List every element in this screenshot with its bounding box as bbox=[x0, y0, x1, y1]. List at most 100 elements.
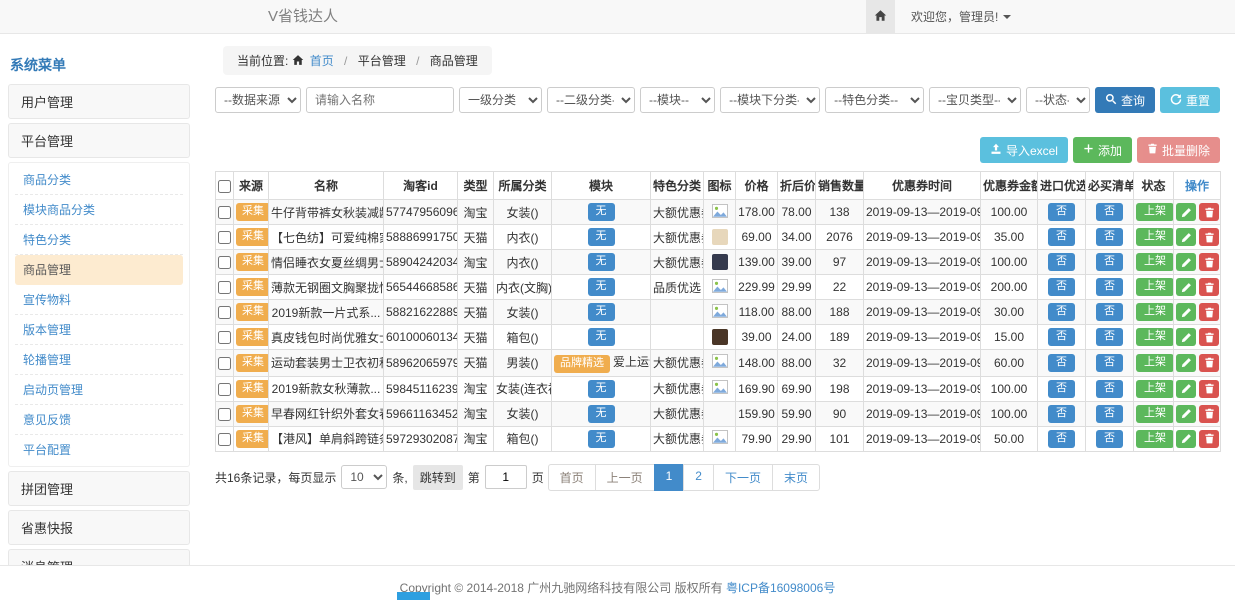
import-select-toggle[interactable]: 否 bbox=[1048, 278, 1075, 296]
status-toggle[interactable]: 上架 bbox=[1136, 253, 1174, 271]
edit-button[interactable] bbox=[1176, 380, 1196, 398]
must-buy-toggle[interactable]: 否 bbox=[1096, 303, 1123, 321]
must-buy-toggle[interactable]: 否 bbox=[1096, 380, 1123, 398]
page-button[interactable]: 首页 bbox=[548, 464, 596, 491]
row-checkbox[interactable] bbox=[218, 281, 231, 294]
row-checkbox[interactable] bbox=[218, 357, 231, 370]
sidebar-section[interactable]: 用户管理 bbox=[8, 84, 190, 119]
edit-button[interactable] bbox=[1176, 228, 1196, 246]
module-subcategory-select[interactable]: --模块下分类-- bbox=[720, 87, 820, 113]
edit-button[interactable] bbox=[1176, 354, 1196, 372]
sidebar-section[interactable]: 拼团管理 bbox=[8, 471, 190, 506]
must-buy-toggle[interactable]: 否 bbox=[1096, 328, 1123, 346]
delete-button[interactable] bbox=[1199, 380, 1219, 398]
sidebar-subitem[interactable]: 启动页管理 bbox=[15, 375, 183, 405]
page-size-select[interactable]: 10 bbox=[341, 465, 387, 489]
import-select-toggle[interactable]: 否 bbox=[1048, 380, 1075, 398]
reset-button[interactable]: 重置 bbox=[1160, 87, 1220, 113]
delete-button[interactable] bbox=[1199, 278, 1219, 296]
item-type-select[interactable]: --宝贝类型-- bbox=[929, 87, 1021, 113]
must-buy-toggle[interactable]: 否 bbox=[1096, 405, 1123, 423]
feature-category-select[interactable]: --特色分类-- bbox=[825, 87, 924, 113]
import-select-toggle[interactable]: 否 bbox=[1048, 253, 1075, 271]
status-select[interactable]: --状态-- bbox=[1026, 87, 1090, 113]
status-toggle[interactable]: 上架 bbox=[1136, 405, 1174, 423]
page-button[interactable]: 1 bbox=[654, 464, 685, 491]
breadcrumb-home-link[interactable]: 首页 bbox=[310, 54, 334, 68]
import-select-toggle[interactable]: 否 bbox=[1048, 405, 1075, 423]
row-checkbox[interactable] bbox=[218, 383, 231, 396]
edit-button[interactable] bbox=[1176, 278, 1196, 296]
must-buy-toggle[interactable]: 否 bbox=[1096, 253, 1123, 271]
must-buy-toggle[interactable]: 否 bbox=[1096, 278, 1123, 296]
import-select-toggle[interactable]: 否 bbox=[1048, 303, 1075, 321]
row-checkbox[interactable] bbox=[218, 433, 231, 446]
page-button[interactable]: 末页 bbox=[772, 464, 820, 491]
name-input[interactable] bbox=[306, 87, 454, 113]
import-select-toggle[interactable]: 否 bbox=[1048, 430, 1075, 448]
row-checkbox[interactable] bbox=[218, 231, 231, 244]
home-button[interactable] bbox=[866, 0, 895, 33]
level2-category-select[interactable]: --二级分类-- bbox=[547, 87, 635, 113]
level1-category-select[interactable]: 一级分类 bbox=[459, 87, 542, 113]
page-button[interactable]: 上一页 bbox=[595, 464, 655, 491]
page-button[interactable]: 下一页 bbox=[713, 464, 773, 491]
delete-button[interactable] bbox=[1199, 303, 1219, 321]
page-button[interactable]: 2 bbox=[683, 464, 714, 491]
status-toggle[interactable]: 上架 bbox=[1136, 228, 1174, 246]
status-toggle[interactable]: 上架 bbox=[1136, 203, 1174, 221]
delete-button[interactable] bbox=[1199, 405, 1219, 423]
must-buy-toggle[interactable]: 否 bbox=[1096, 354, 1123, 372]
sidebar-subitem[interactable]: 商品管理 bbox=[15, 255, 183, 285]
sidebar-subitem[interactable]: 意见反馈 bbox=[15, 405, 183, 435]
delete-button[interactable] bbox=[1199, 203, 1219, 221]
import-select-toggle[interactable]: 否 bbox=[1048, 328, 1075, 346]
must-buy-toggle[interactable]: 否 bbox=[1096, 228, 1123, 246]
delete-button[interactable] bbox=[1199, 253, 1219, 271]
batch-delete-button[interactable]: 批量删除 bbox=[1137, 137, 1220, 163]
edit-button[interactable] bbox=[1176, 405, 1196, 423]
import-select-toggle[interactable]: 否 bbox=[1048, 354, 1075, 372]
delete-button[interactable] bbox=[1199, 228, 1219, 246]
edit-button[interactable] bbox=[1176, 328, 1196, 346]
edit-button[interactable] bbox=[1176, 430, 1196, 448]
sidebar-section[interactable]: 省惠快报 bbox=[8, 510, 190, 545]
jump-to-button[interactable]: 跳转到 bbox=[413, 465, 463, 490]
status-toggle[interactable]: 上架 bbox=[1136, 278, 1174, 296]
status-toggle[interactable]: 上架 bbox=[1136, 430, 1174, 448]
status-toggle[interactable]: 上架 bbox=[1136, 380, 1174, 398]
data-source-select[interactable]: --数据来源-- bbox=[215, 87, 301, 113]
add-button[interactable]: 添加 bbox=[1073, 137, 1132, 163]
import-excel-button[interactable]: 导入excel bbox=[980, 137, 1068, 163]
page-jump-input[interactable] bbox=[485, 465, 527, 489]
edit-button[interactable] bbox=[1176, 253, 1196, 271]
sidebar-subitem[interactable]: 版本管理 bbox=[15, 315, 183, 345]
row-checkbox[interactable] bbox=[218, 306, 231, 319]
must-buy-toggle[interactable]: 否 bbox=[1096, 203, 1123, 221]
icp-link[interactable]: 粤ICP备16098006号 bbox=[726, 581, 835, 595]
delete-button[interactable] bbox=[1199, 430, 1219, 448]
row-checkbox[interactable] bbox=[218, 408, 231, 421]
row-checkbox[interactable] bbox=[218, 206, 231, 219]
sidebar-subitem[interactable]: 特色分类 bbox=[15, 225, 183, 255]
select-all-checkbox[interactable] bbox=[218, 180, 231, 193]
must-buy-toggle[interactable]: 否 bbox=[1096, 430, 1123, 448]
row-checkbox[interactable] bbox=[218, 256, 231, 269]
import-select-toggle[interactable]: 否 bbox=[1048, 203, 1075, 221]
edit-button[interactable] bbox=[1176, 203, 1196, 221]
delete-button[interactable] bbox=[1199, 328, 1219, 346]
status-toggle[interactable]: 上架 bbox=[1136, 354, 1174, 372]
status-toggle[interactable]: 上架 bbox=[1136, 303, 1174, 321]
import-select-toggle[interactable]: 否 bbox=[1048, 228, 1075, 246]
module-select[interactable]: --模块-- bbox=[640, 87, 715, 113]
sidebar-subitem[interactable]: 商品分类 bbox=[15, 165, 183, 195]
sidebar-subitem[interactable]: 模块商品分类 bbox=[15, 195, 183, 225]
sidebar-subitem[interactable]: 宣传物料 bbox=[15, 285, 183, 315]
delete-button[interactable] bbox=[1199, 354, 1219, 372]
row-checkbox[interactable] bbox=[218, 331, 231, 344]
edit-button[interactable] bbox=[1176, 303, 1196, 321]
status-toggle[interactable]: 上架 bbox=[1136, 328, 1174, 346]
query-button[interactable]: 查询 bbox=[1095, 87, 1155, 113]
sidebar-subitem[interactable]: 轮播管理 bbox=[15, 345, 183, 375]
user-menu[interactable]: 欢迎您，管理员! bbox=[911, 8, 1011, 25]
